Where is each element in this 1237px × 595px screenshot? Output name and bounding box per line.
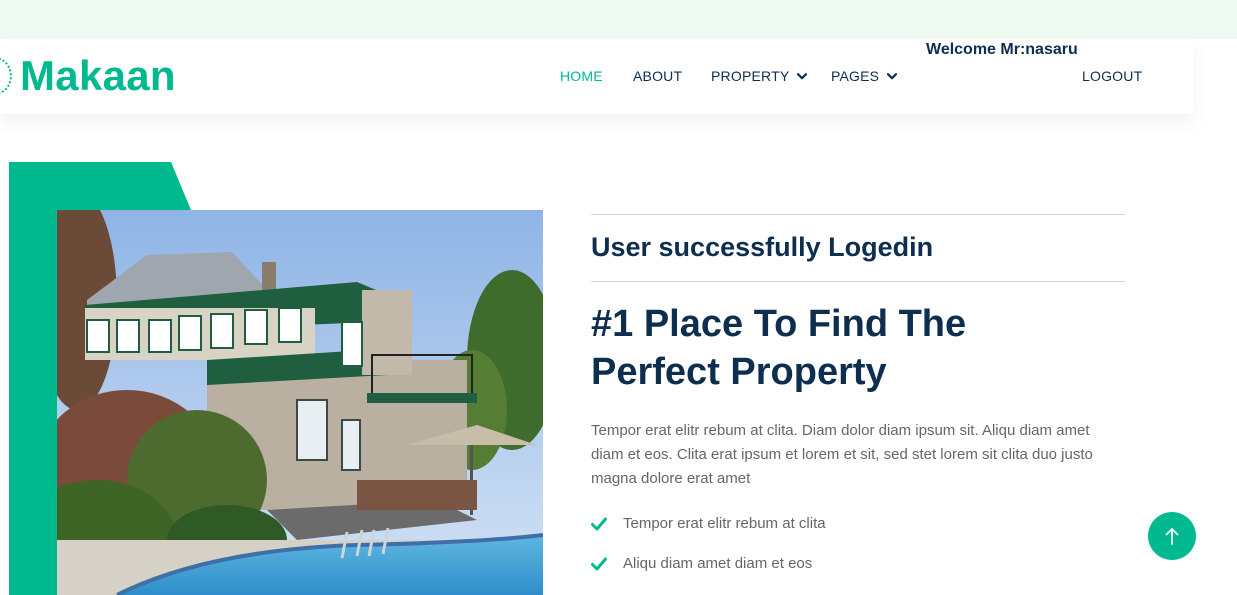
nav-pages-label: PAGES [831, 68, 880, 84]
login-status-message: User successfully Logedin [591, 232, 934, 262]
headline-line-1: #1 Place To Find The [591, 303, 967, 345]
chevron-down-icon [887, 72, 898, 80]
logo-icon [0, 57, 12, 95]
divider-top [591, 214, 1125, 215]
house-illustration [57, 210, 543, 595]
chevron-down-icon [797, 72, 808, 80]
nav-pages-dropdown[interactable]: PAGES [831, 67, 898, 85]
check-icon [591, 557, 607, 570]
navbar: Makaan Welcome Mr:nasaru HOME ABOUT PROP… [0, 39, 1193, 114]
nav-home[interactable]: HOME [560, 67, 603, 85]
check-item-label: Aliqu diam amet diam et eos [623, 555, 813, 572]
nav-property-dropdown[interactable]: PROPERTY [711, 67, 808, 85]
check-item: Tempor erat elitr rebum at clita [591, 515, 826, 532]
hero-description: Tempor erat elitr rebum at clita. Diam d… [591, 422, 1093, 487]
arrow-up-icon [1165, 528, 1179, 545]
nav-property-label: PROPERTY [711, 68, 790, 84]
brand-logo-text[interactable]: Makaan [20, 53, 176, 99]
check-item: Aliqu diam amet diam et eos [591, 555, 812, 572]
divider-bottom [591, 281, 1125, 282]
back-to-top-button[interactable] [1148, 512, 1196, 560]
nav-home-label: HOME [560, 68, 603, 84]
top-band [0, 0, 1237, 39]
welcome-text: Welcome Mr:nasaru [926, 41, 1078, 58]
hero-headline: #1 Place To Find The Perfect Property [591, 300, 1111, 396]
headline-line-2: Perfect Property [591, 351, 887, 393]
nav-about-label: ABOUT [633, 68, 683, 84]
check-item-label: Tempor erat elitr rebum at clita [623, 515, 826, 532]
check-icon [591, 517, 607, 530]
logout-link[interactable]: LOGOUT [1082, 67, 1142, 85]
nav-about[interactable]: ABOUT [633, 67, 682, 85]
hero-house-image [57, 210, 543, 595]
